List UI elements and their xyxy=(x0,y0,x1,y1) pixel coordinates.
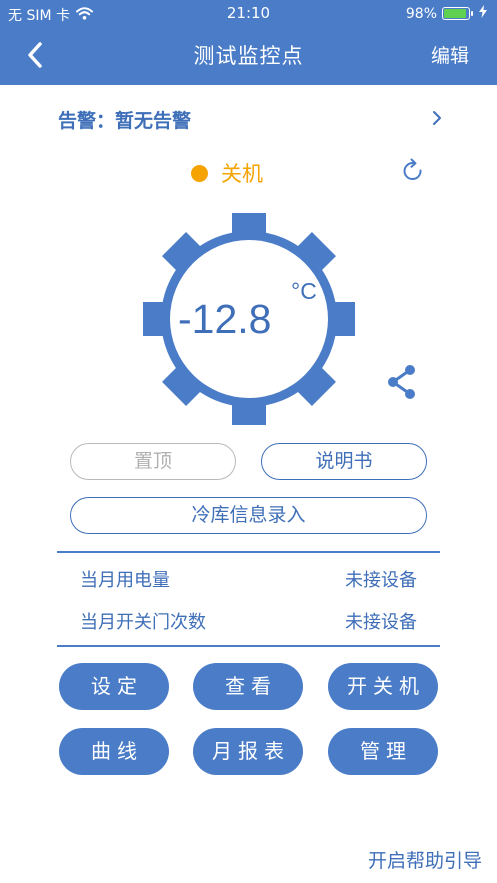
device-state-label: 关机 xyxy=(221,162,263,186)
temperature-value: -12.8 xyxy=(178,296,272,342)
divider xyxy=(57,645,440,647)
nav-bar: 测试监控点 编辑 xyxy=(0,28,497,85)
battery-icon xyxy=(442,7,473,20)
temperature-gauge: -12.8 °C xyxy=(140,210,358,428)
pin-top-button[interactable]: 置顶 xyxy=(70,443,236,480)
help-guide-link[interactable]: 开启帮助引导 xyxy=(368,846,482,873)
bolt-icon xyxy=(479,5,487,22)
status-right: 98% xyxy=(406,5,487,22)
power-toggle-button[interactable]: 开关机 xyxy=(328,663,438,710)
info-row-door: 当月开关门次数 未接设备 xyxy=(80,608,417,634)
settings-button[interactable]: 设定 xyxy=(59,663,169,710)
refresh-button[interactable] xyxy=(400,158,426,188)
cold-storage-info-button[interactable]: 冷库信息录入 xyxy=(70,497,427,534)
info-label: 当月开关门次数 xyxy=(80,612,206,633)
alarm-row[interactable]: 告警：暂无告警 xyxy=(58,103,448,135)
alarm-text: 告警：暂无告警 xyxy=(58,110,192,132)
edit-button[interactable]: 编辑 xyxy=(431,41,469,68)
curve-button[interactable]: 曲线 xyxy=(59,728,169,775)
manual-button[interactable]: 说明书 xyxy=(261,443,427,480)
divider xyxy=(57,551,440,553)
device-state-row: 关机 xyxy=(0,158,497,188)
share-button[interactable] xyxy=(385,364,419,404)
battery-percent: 98% xyxy=(405,5,437,22)
manage-button[interactable]: 管理 xyxy=(328,728,438,775)
info-row-power: 当月用电量 未接设备 xyxy=(80,566,417,592)
temperature-unit: °C xyxy=(291,278,317,304)
view-button[interactable]: 查看 xyxy=(193,663,303,710)
info-label: 当月用电量 xyxy=(80,570,170,591)
info-value: 未接设备 xyxy=(345,612,417,633)
status-bar: 无 SIM 卡 21:10 98% xyxy=(0,0,497,28)
chevron-right-icon xyxy=(432,110,442,130)
page-title: 测试监控点 xyxy=(193,44,304,68)
refresh-icon xyxy=(403,158,422,181)
status-dot xyxy=(191,165,208,182)
share-icon xyxy=(388,365,415,399)
monthly-report-button[interactable]: 月报表 xyxy=(193,728,303,775)
info-value: 未接设备 xyxy=(345,570,417,591)
